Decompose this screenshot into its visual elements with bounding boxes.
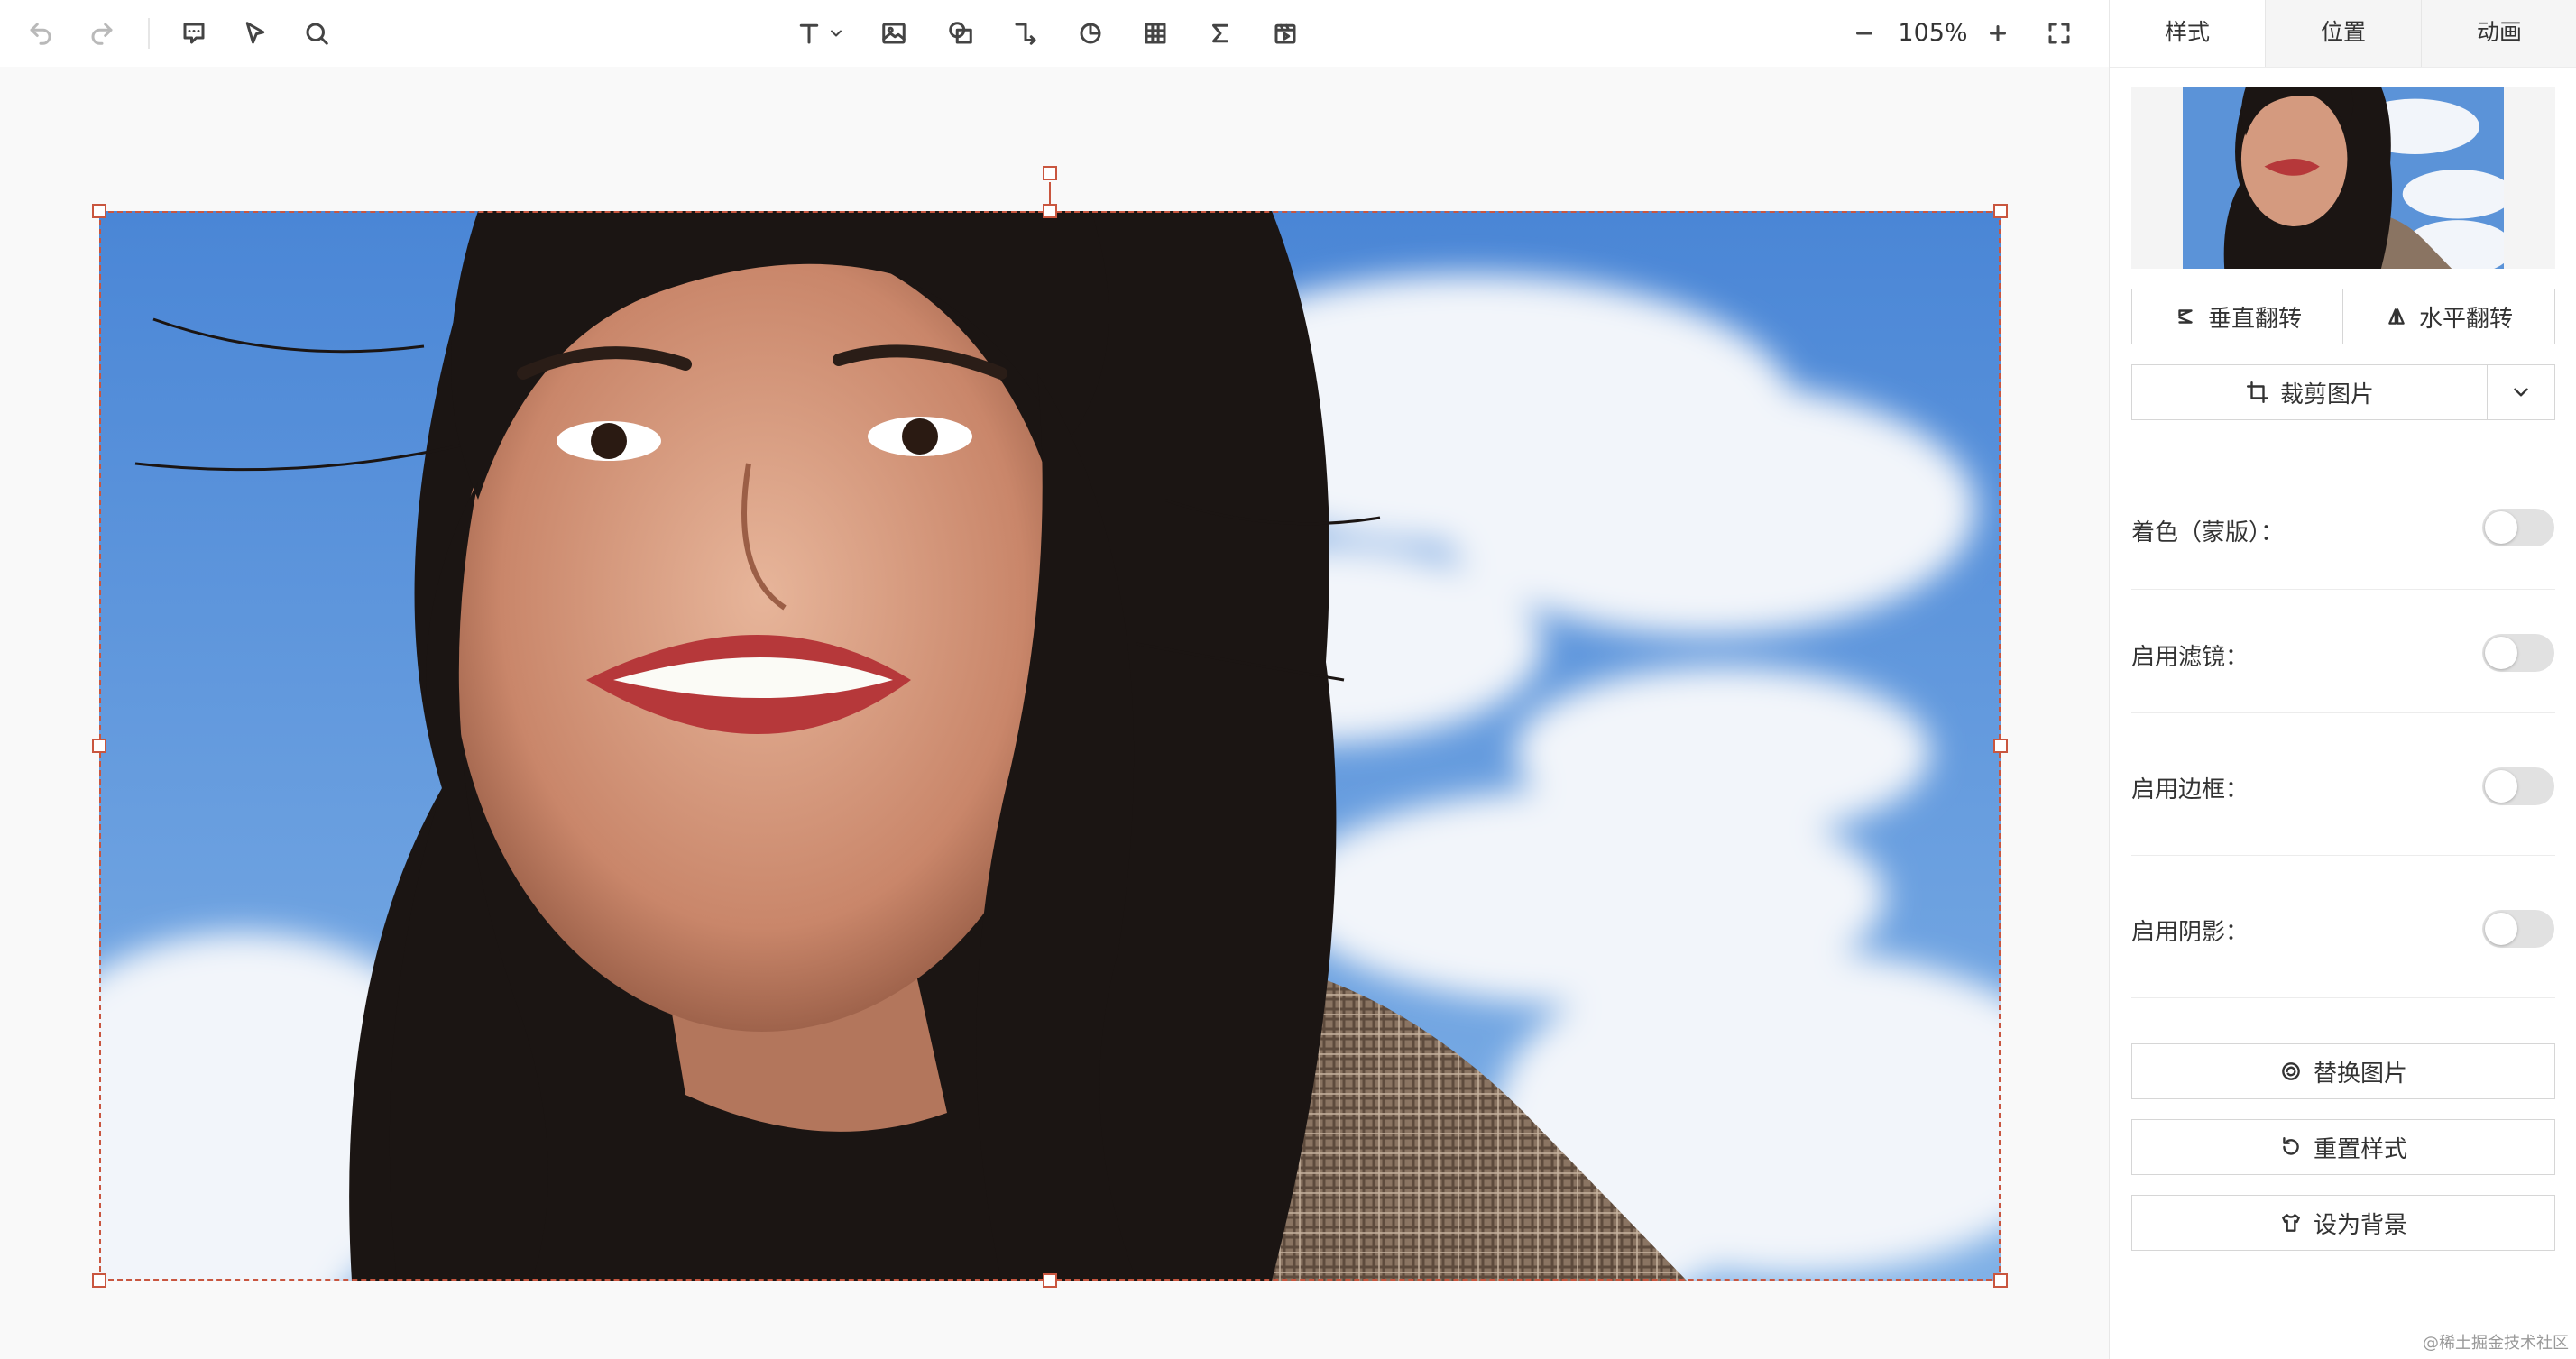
option-border-label: 启用边框：	[2131, 776, 2249, 803]
flip-vertical-label: 垂直翻转	[2207, 305, 2302, 333]
replace-icon	[2282, 1062, 2300, 1080]
flip-vertical-icon	[2178, 309, 2193, 324]
crop-image-label: 裁剪图片	[2279, 381, 2374, 409]
formula-icon[interactable]	[1198, 11, 1243, 56]
toggle-knob	[2485, 637, 2517, 669]
replace-image-button[interactable]: 替换图片	[2131, 1043, 2555, 1099]
option-shadow-label: 启用阴影：	[2131, 919, 2249, 946]
divider	[2131, 855, 2555, 856]
resize-handle-bottom-right[interactable]	[1993, 1273, 2008, 1288]
panel-tabs: 样式 位置 动画	[2110, 0, 2576, 68]
resize-handle-top-left[interactable]	[92, 204, 106, 218]
resize-handle-top-right[interactable]	[1993, 204, 2008, 218]
top-toolbar: 105%	[0, 0, 2109, 68]
chevron-down-icon	[2514, 388, 2528, 397]
crop-icon	[2246, 381, 2269, 404]
shadow-toggle[interactable]	[2482, 910, 2554, 948]
undo-icon[interactable]	[18, 11, 63, 56]
reset-icon	[2283, 1137, 2299, 1155]
zoom-level: 105%	[1898, 19, 1968, 47]
crop-image-button[interactable]: 裁剪图片	[2131, 364, 2489, 420]
image-preview	[2131, 87, 2555, 269]
flip-vertical-button[interactable]: 垂直翻转	[2131, 289, 2344, 344]
rotate-handle[interactable]	[1043, 166, 1057, 180]
reset-style-label: 重置样式	[2313, 1135, 2407, 1163]
toolbar-divider	[148, 18, 150, 49]
selected-image[interactable]	[99, 211, 2001, 1281]
media-icon[interactable]	[1263, 11, 1308, 56]
redo-icon[interactable]	[79, 11, 124, 56]
text-dropdown-chevron-icon[interactable]	[823, 11, 850, 56]
resize-handle-bottom-left[interactable]	[92, 1273, 106, 1288]
resize-handle-left[interactable]	[92, 739, 106, 753]
editor-canvas[interactable]	[0, 67, 2109, 1359]
zoom-in-icon[interactable]	[1975, 11, 2020, 56]
image-thumbnail	[2183, 87, 2504, 269]
comment-icon[interactable]	[171, 11, 216, 56]
crop-options-button[interactable]	[2487, 364, 2555, 420]
toggle-knob	[2485, 511, 2517, 544]
resize-handle-top[interactable]	[1043, 204, 1057, 218]
border-toggle[interactable]	[2482, 767, 2554, 805]
search-icon[interactable]	[294, 11, 339, 56]
table-icon[interactable]	[1133, 11, 1178, 56]
resize-handle-bottom[interactable]	[1043, 1273, 1057, 1288]
divider	[2131, 589, 2555, 590]
watermark: @稀土掘金技术社区	[2423, 1334, 2569, 1353]
filter-toggle[interactable]	[2482, 634, 2554, 672]
shirt-icon	[2282, 1214, 2300, 1232]
flip-horizontal-icon	[2388, 308, 2405, 325]
fullscreen-icon[interactable]	[2037, 11, 2082, 56]
reset-style-button[interactable]: 重置样式	[2131, 1119, 2555, 1175]
toggle-knob	[2485, 913, 2517, 945]
chart-icon[interactable]	[1068, 11, 1113, 56]
tab-style[interactable]: 样式	[2110, 0, 2265, 67]
option-colorize-label: 着色（蒙版）：	[2131, 519, 2285, 546]
resize-handle-right[interactable]	[1993, 739, 2008, 753]
set-background-button[interactable]: 设为背景	[2131, 1195, 2555, 1251]
pointer-icon[interactable]	[233, 11, 278, 56]
shape-icon[interactable]	[938, 11, 983, 56]
flip-horizontal-button[interactable]: 水平翻转	[2342, 289, 2555, 344]
tab-animation[interactable]: 动画	[2421, 0, 2576, 67]
colorize-toggle[interactable]	[2482, 509, 2554, 546]
style-panel: 样式 位置 动画 垂直翻转 水平翻转 裁剪图片 着色（蒙版）： 启用滤镜： 启用…	[2109, 0, 2576, 1359]
option-filter-label: 启用滤镜：	[2131, 644, 2249, 671]
divider	[2131, 712, 2555, 713]
divider	[2131, 997, 2555, 998]
flip-horizontal-label: 水平翻转	[2418, 305, 2513, 333]
set-background-label: 设为背景	[2313, 1211, 2407, 1239]
toggle-knob	[2485, 770, 2517, 803]
tab-position[interactable]: 位置	[2265, 0, 2421, 67]
connector-icon[interactable]	[1003, 11, 1048, 56]
replace-image-label: 替换图片	[2313, 1060, 2407, 1088]
zoom-out-icon[interactable]	[1842, 11, 1887, 56]
image-icon[interactable]	[871, 11, 916, 56]
